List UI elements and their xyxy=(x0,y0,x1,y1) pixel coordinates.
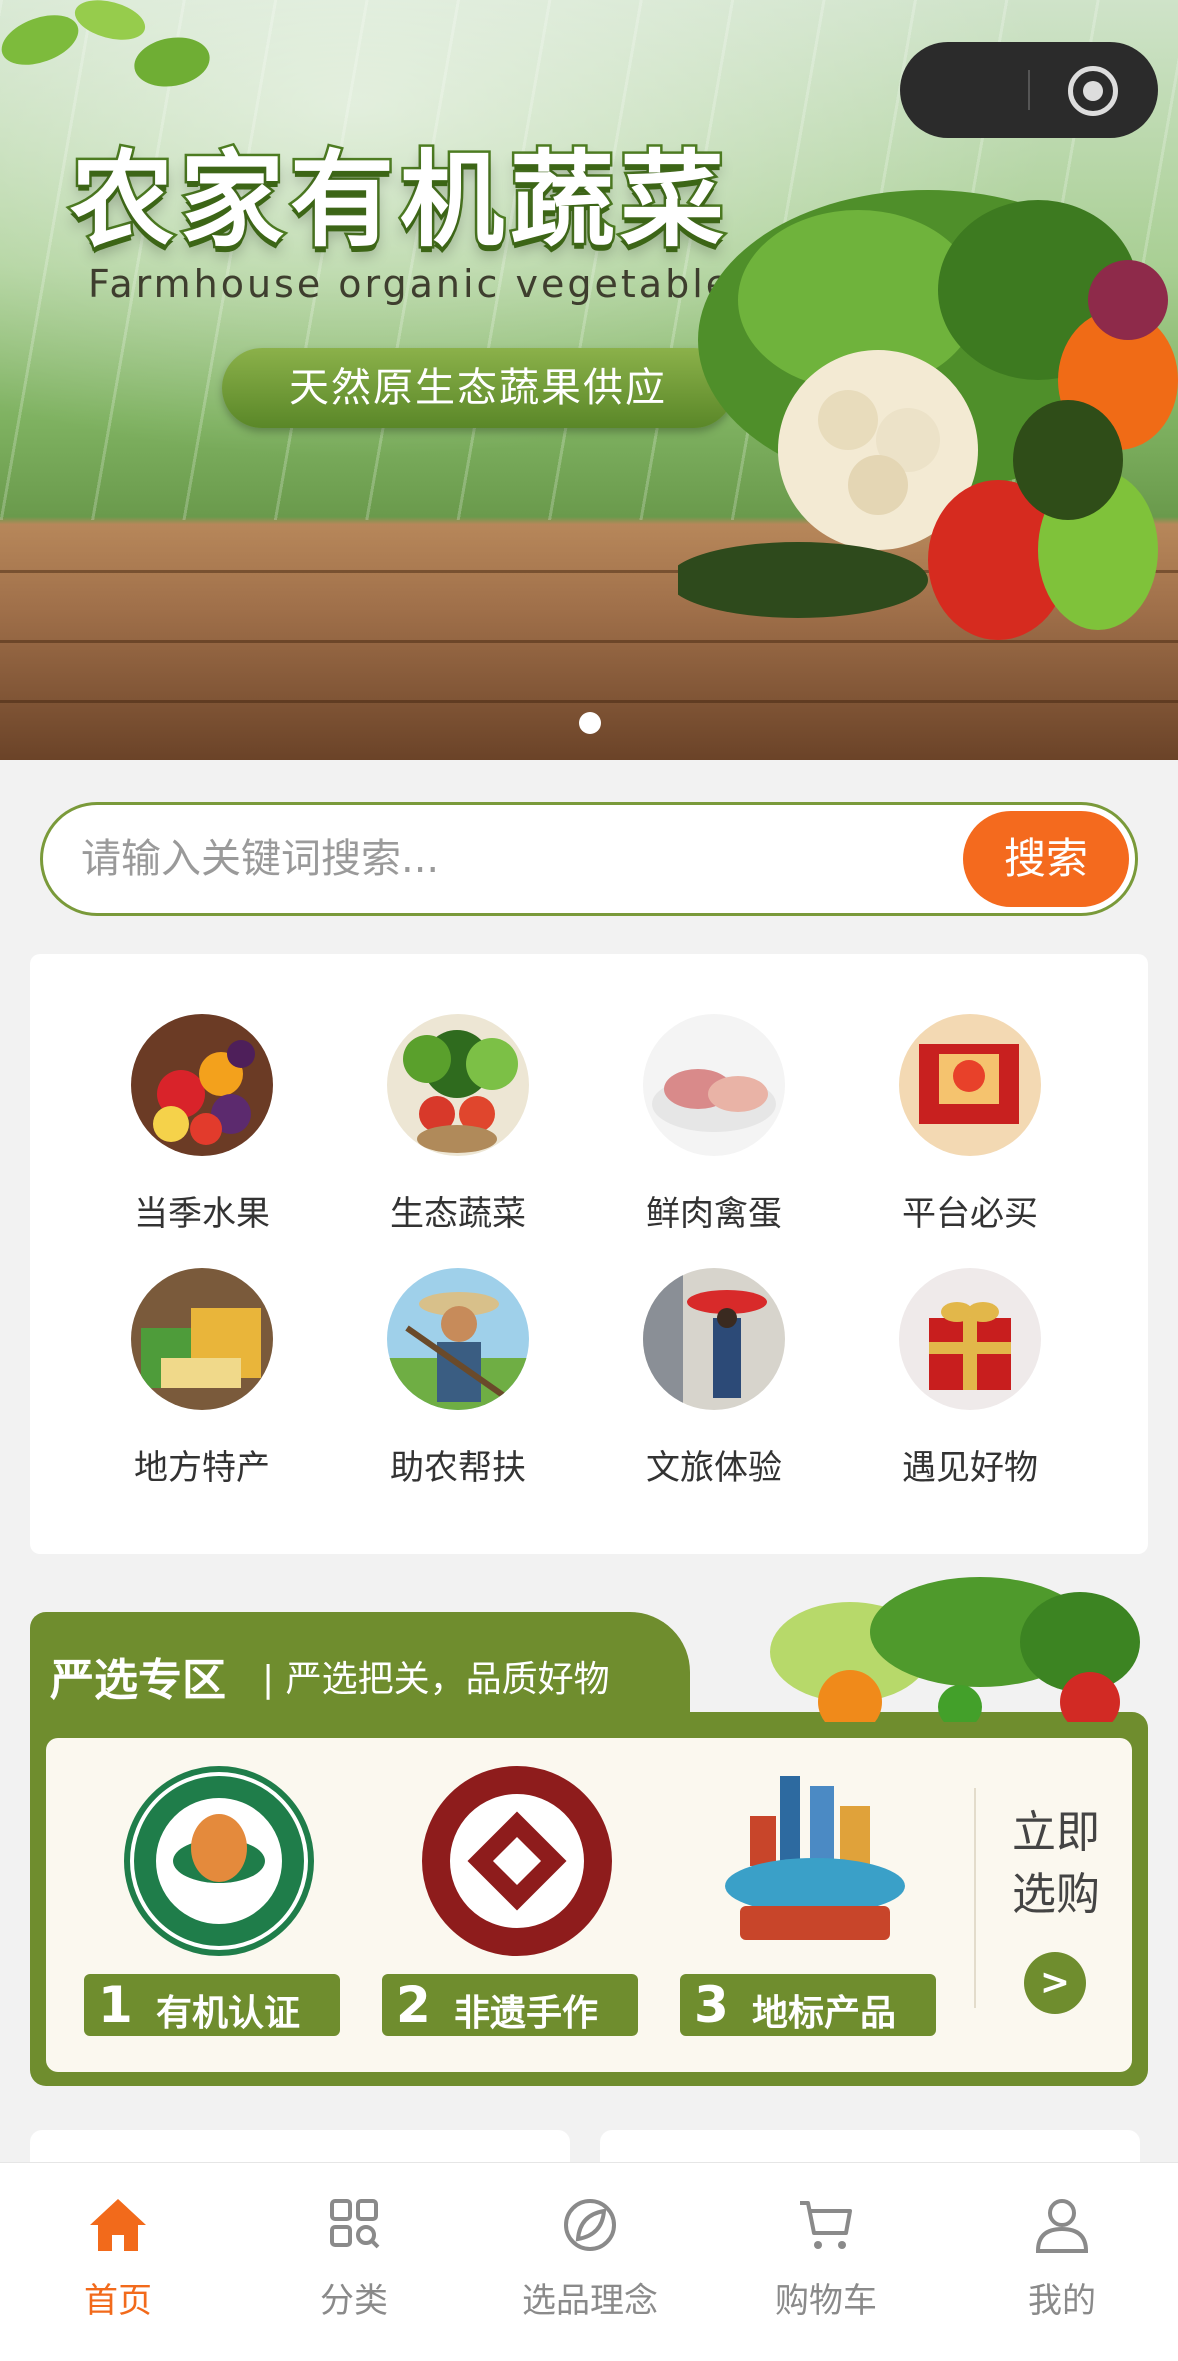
tab-philosophy[interactable]: 选品理念 xyxy=(472,2185,708,2335)
badge-label: 有机认证 xyxy=(156,1993,301,2034)
banner-title: 农家有机蔬菜 xyxy=(67,137,731,264)
fruit-icon xyxy=(131,1014,273,1156)
badge-number: 2 xyxy=(396,1976,431,2034)
badge-tag: 2 非遗手作 xyxy=(382,1974,638,2036)
tab-profile[interactable]: 我的 xyxy=(944,2185,1178,2335)
bottom-tab-bar: 首页 分类 选品理念 购物车 我的 xyxy=(0,2162,1178,2361)
category-item-must-buy[interactable]: 平台必买 xyxy=(870,1014,1070,1244)
hero-banner[interactable]: 农家有机蔬菜 Farmhouse organic vegetables 天然原生… xyxy=(0,0,1178,760)
specialty-icon xyxy=(131,1268,273,1410)
badge-number: 1 xyxy=(98,1976,133,2034)
category-label: 助农帮扶 xyxy=(390,1448,526,1488)
banner-slogan-pill: 天然原生态蔬果供应 xyxy=(222,348,734,428)
category-item-vegetable[interactable]: 生态蔬菜 xyxy=(358,1014,558,1244)
category-label: 地方特产 xyxy=(134,1448,270,1488)
capsule-separator xyxy=(1028,70,1030,110)
zone-slogan: | 严选把关，品质好物 xyxy=(262,1659,610,1700)
tab-label: 选品理念 xyxy=(522,2281,658,2321)
heritage-seal-icon xyxy=(422,1766,612,1956)
landmark-icon xyxy=(725,1776,905,1940)
category-label: 当季水果 xyxy=(134,1194,270,1234)
zone-divider xyxy=(974,1788,976,2008)
mini-program-capsule[interactable] xyxy=(900,42,1158,138)
category-label: 鲜肉禽蛋 xyxy=(646,1194,782,1234)
tab-home[interactable]: 首页 xyxy=(0,2185,236,2335)
category-item-meat[interactable]: 鲜肉禽蛋 xyxy=(614,1014,814,1244)
category-icon xyxy=(330,2199,380,2249)
category-item-fruit[interactable]: 当季水果 xyxy=(102,1014,302,1244)
vegetables-image xyxy=(678,190,1178,640)
meat-icon xyxy=(643,1014,785,1156)
tab-label: 我的 xyxy=(1028,2281,1096,2321)
badge-landmark[interactable]: 3 地标产品 xyxy=(680,1766,940,2056)
vegetables-decoration xyxy=(770,1577,1140,1722)
badge-organic[interactable]: 1 有机认证 xyxy=(84,1766,344,2056)
organic-seal-icon xyxy=(124,1766,314,1956)
zone-card: 1 有机认证 2 非遗手作 3 地标产品 立即选购 > xyxy=(46,1738,1132,2072)
leaf-icon xyxy=(564,2199,616,2251)
badge-label: 地标产品 xyxy=(752,1993,897,2034)
buy-now-link[interactable]: 立即选购 xyxy=(996,1802,1116,1926)
badge-tag: 3 地标产品 xyxy=(680,1974,936,2036)
tab-label: 购物车 xyxy=(775,2281,877,2321)
badge-label: 非遗手作 xyxy=(454,1993,599,2034)
tab-label: 分类 xyxy=(320,2281,388,2321)
leaves-decoration xyxy=(1,0,210,87)
category-item-specialty[interactable]: 地方特产 xyxy=(102,1268,302,1498)
farmer-icon xyxy=(387,1268,529,1410)
zone-title: 严选专区 xyxy=(50,1655,226,1706)
category-label: 遇见好物 xyxy=(902,1448,1038,1488)
vegetable-icon xyxy=(387,1014,529,1156)
banner-subtitle: Farmhouse organic vegetables xyxy=(88,262,755,306)
badge-number: 3 xyxy=(694,1976,729,2034)
category-grid: 当季水果 生态蔬菜 鲜肉禽蛋 平台必买 地方特产 助农帮扶 文旅体验 遇见好物 xyxy=(30,954,1148,1554)
badge-heritage[interactable]: 2 非遗手作 xyxy=(382,1766,642,2056)
search-input[interactable] xyxy=(81,805,961,913)
plank-line xyxy=(0,700,1178,703)
carousel-indicator[interactable] xyxy=(579,712,601,734)
category-item-farmer-aid[interactable]: 助农帮扶 xyxy=(358,1268,558,1498)
travel-icon xyxy=(643,1268,785,1410)
category-item-travel[interactable]: 文旅体验 xyxy=(614,1268,814,1498)
category-item-good-finds[interactable]: 遇见好物 xyxy=(870,1268,1070,1498)
featured-zone[interactable]: 严选专区 | 严选把关，品质好物 1 有机认证 2 非遗手作 3 地标产品 立即… xyxy=(30,1577,1148,2086)
user-icon xyxy=(1035,2199,1089,2253)
close-target-icon[interactable] xyxy=(1068,66,1118,116)
tab-label: 首页 xyxy=(84,2281,152,2321)
arrow-right-icon[interactable]: > xyxy=(1024,1952,1086,2014)
badge-tag: 1 有机认证 xyxy=(84,1974,340,2036)
tab-cart[interactable]: 购物车 xyxy=(708,2185,944,2335)
gift-box-icon xyxy=(899,1014,1041,1156)
search-button[interactable]: 搜索 xyxy=(963,811,1129,907)
category-label: 文旅体验 xyxy=(646,1448,782,1488)
tab-category[interactable]: 分类 xyxy=(236,2185,472,2335)
category-label: 平台必买 xyxy=(902,1194,1038,1234)
home-icon xyxy=(90,2199,146,2251)
search-bar: 搜索 xyxy=(40,802,1138,916)
present-icon xyxy=(899,1268,1041,1410)
category-label: 生态蔬菜 xyxy=(390,1194,526,1234)
cart-icon xyxy=(800,2201,852,2249)
